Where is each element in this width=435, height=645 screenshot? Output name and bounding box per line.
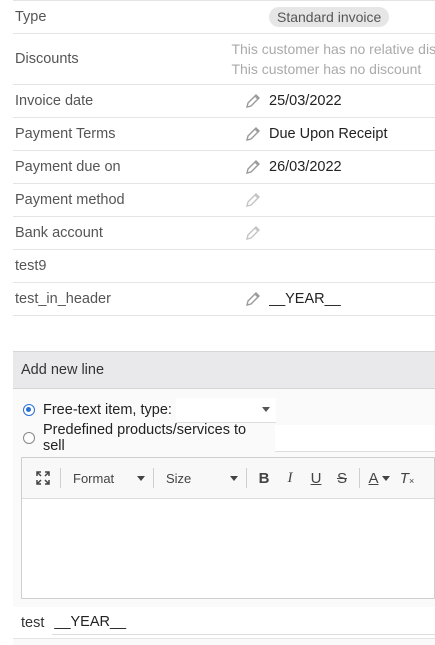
predefined-label: Predefined products/services to sell <box>42 422 247 454</box>
discounts-row: Discounts This customer has no relative … <box>13 34 435 85</box>
description-editor: Format Size B I U S A T × <box>21 457 435 599</box>
predefined-option[interactable]: Predefined products/services to sell <box>13 422 435 454</box>
bank-account-row: Bank account <box>13 217 435 250</box>
free-text-radio[interactable] <box>23 404 35 416</box>
extra-field-label: test <box>21 614 45 631</box>
test9-row: test9 <box>13 250 435 283</box>
add-new-line-panel: Add new line Free-text item, type: Prede… <box>13 351 435 645</box>
invoice-date-label: Invoice date <box>15 93 94 109</box>
discounts-label: Discounts <box>15 51 79 67</box>
payment-terms-row: Payment Terms Due Upon Receipt <box>13 118 435 151</box>
payment-terms-value: Due Upon Receipt <box>269 126 388 142</box>
payment-method-row: Payment method <box>13 184 435 217</box>
text-color-button[interactable]: A <box>364 465 394 491</box>
editor-toolbar: Format Size B I U S A T × <box>22 458 434 499</box>
size-dropdown[interactable]: Size <box>158 465 242 491</box>
chevron-down-icon <box>230 475 238 481</box>
free-text-label: Free-text item, type: <box>43 402 172 418</box>
edit-payment-due-icon[interactable] <box>245 159 269 175</box>
chevron-down-icon <box>381 475 390 481</box>
maximize-icon[interactable] <box>30 465 56 491</box>
italic-button[interactable]: I <box>277 465 303 491</box>
payment-due-label: Payment due on <box>15 159 121 175</box>
bold-button[interactable]: B <box>251 465 277 491</box>
discount-text: This customer has no discount <box>231 61 422 77</box>
edit-bank-account-icon[interactable] <box>245 225 269 241</box>
invoice-type-badge: Standard invoice <box>269 7 390 27</box>
invoice-date-row: Invoice date 25/03/2022 <box>13 85 435 118</box>
relative-discount-text: This customer has no relative discount <box>231 41 435 57</box>
editor-content-area[interactable] <box>22 499 434 599</box>
edit-test-in-header-icon[interactable] <box>245 291 269 307</box>
payment-method-label: Payment method <box>15 192 125 208</box>
test-in-header-row: test_in_header __YEAR__ <box>13 283 435 316</box>
chevron-down-icon <box>261 407 270 412</box>
extra-field-input[interactable]: __YEAR__ <box>52 610 435 635</box>
payment-due-value: 26/03/2022 <box>269 159 342 175</box>
add-new-line-title: Add new line <box>13 351 435 389</box>
format-dropdown[interactable]: Format <box>65 465 149 491</box>
test-in-header-label: test_in_header <box>15 291 111 307</box>
extra-field-row: test __YEAR__ <box>13 607 435 639</box>
clear-format-button[interactable]: T × <box>394 465 420 491</box>
payment-due-row: Payment due on 26/03/2022 <box>13 151 435 184</box>
bank-account-label: Bank account <box>15 225 103 241</box>
payment-terms-label: Payment Terms <box>15 126 116 142</box>
predefined-radio[interactable] <box>23 432 35 444</box>
type-label: Type <box>15 9 47 25</box>
test-in-header-value: __YEAR__ <box>269 291 341 307</box>
test9-label: test9 <box>15 258 47 274</box>
edit-invoice-date-icon[interactable] <box>245 93 269 109</box>
free-text-option[interactable]: Free-text item, type: <box>13 396 435 424</box>
invoice-date-value: 25/03/2022 <box>269 93 342 109</box>
free-text-type-select[interactable] <box>175 397 276 423</box>
product-search-input[interactable] <box>275 424 435 452</box>
edit-payment-method-icon[interactable] <box>245 192 269 208</box>
chevron-down-icon <box>137 475 145 481</box>
invoice-properties: Type Standard invoice Discounts This cus… <box>13 0 435 316</box>
underline-button[interactable]: U <box>303 465 329 491</box>
edit-payment-terms-icon[interactable] <box>245 126 269 142</box>
type-row: Type Standard invoice <box>13 0 435 34</box>
strikethrough-button[interactable]: S <box>329 465 355 491</box>
